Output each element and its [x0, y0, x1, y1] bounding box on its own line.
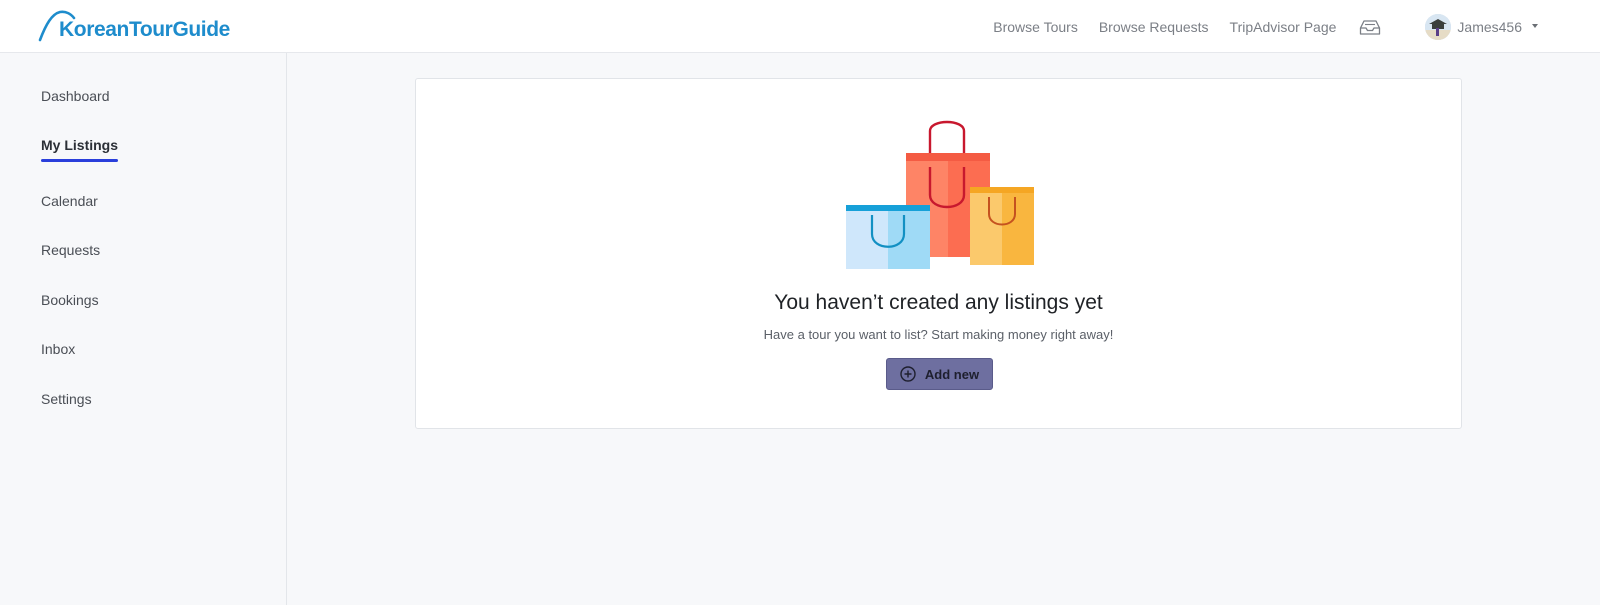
empty-state-title: You haven’t created any listings yet	[774, 291, 1103, 314]
empty-state-subtitle: Have a tour you want to list? Start maki…	[763, 327, 1114, 342]
active-indicator	[41, 159, 119, 162]
sidebar-item-label: Settings	[41, 391, 92, 407]
sidebar-item-label: Calendar	[41, 193, 98, 209]
shopping-bags-illustration	[846, 120, 1034, 269]
brand-logo[interactable]: KoreanTourGuide	[38, 6, 258, 46]
inbox-tray-icon[interactable]	[1359, 18, 1381, 36]
sidebar-item-requests[interactable]: Requests	[41, 242, 100, 258]
sidebar-item-settings[interactable]: Settings	[41, 391, 92, 407]
top-navbar: KoreanTourGuide Browse Tours Browse Requ…	[0, 0, 1600, 53]
sidebar-item-label: Bookings	[41, 292, 99, 308]
plus-circle-icon	[900, 366, 916, 382]
nav-browse-requests[interactable]: Browse Requests	[1099, 19, 1209, 35]
sidebar-item-my-listings[interactable]: My Listings	[41, 137, 119, 162]
sidebar-item-label: My Listings	[41, 137, 119, 153]
sidebar-item-calendar[interactable]: Calendar	[41, 193, 98, 209]
sidebar-item-label: Requests	[41, 242, 101, 258]
username: James456	[1457, 19, 1522, 35]
sidebar-item-label: Inbox	[41, 341, 76, 357]
top-nav: Browse Tours Browse Requests TripAdvisor…	[993, 12, 1600, 42]
nav-tripadvisor-page[interactable]: TripAdvisor Page	[1230, 19, 1337, 35]
nav-browse-tours[interactable]: Browse Tours	[993, 19, 1078, 35]
sidebar: Dashboard My Listings Calendar Requests …	[0, 53, 287, 605]
user-menu[interactable]: James456	[1425, 14, 1538, 40]
brand-name: KoreanTourGuide	[59, 18, 230, 41]
sidebar-item-dashboard[interactable]: Dashboard	[41, 88, 110, 104]
sidebar-item-bookings[interactable]: Bookings	[41, 292, 99, 308]
add-new-label: Add new	[924, 366, 980, 382]
add-new-button[interactable]: Add new	[886, 358, 993, 390]
avatar[interactable]	[1425, 14, 1452, 40]
caret-down-icon[interactable]	[1532, 24, 1538, 28]
sidebar-item-label: Dashboard	[41, 88, 110, 104]
sidebar-item-inbox[interactable]: Inbox	[41, 341, 75, 357]
empty-state-card: You haven’t created any listings yet Hav…	[415, 78, 1462, 429]
